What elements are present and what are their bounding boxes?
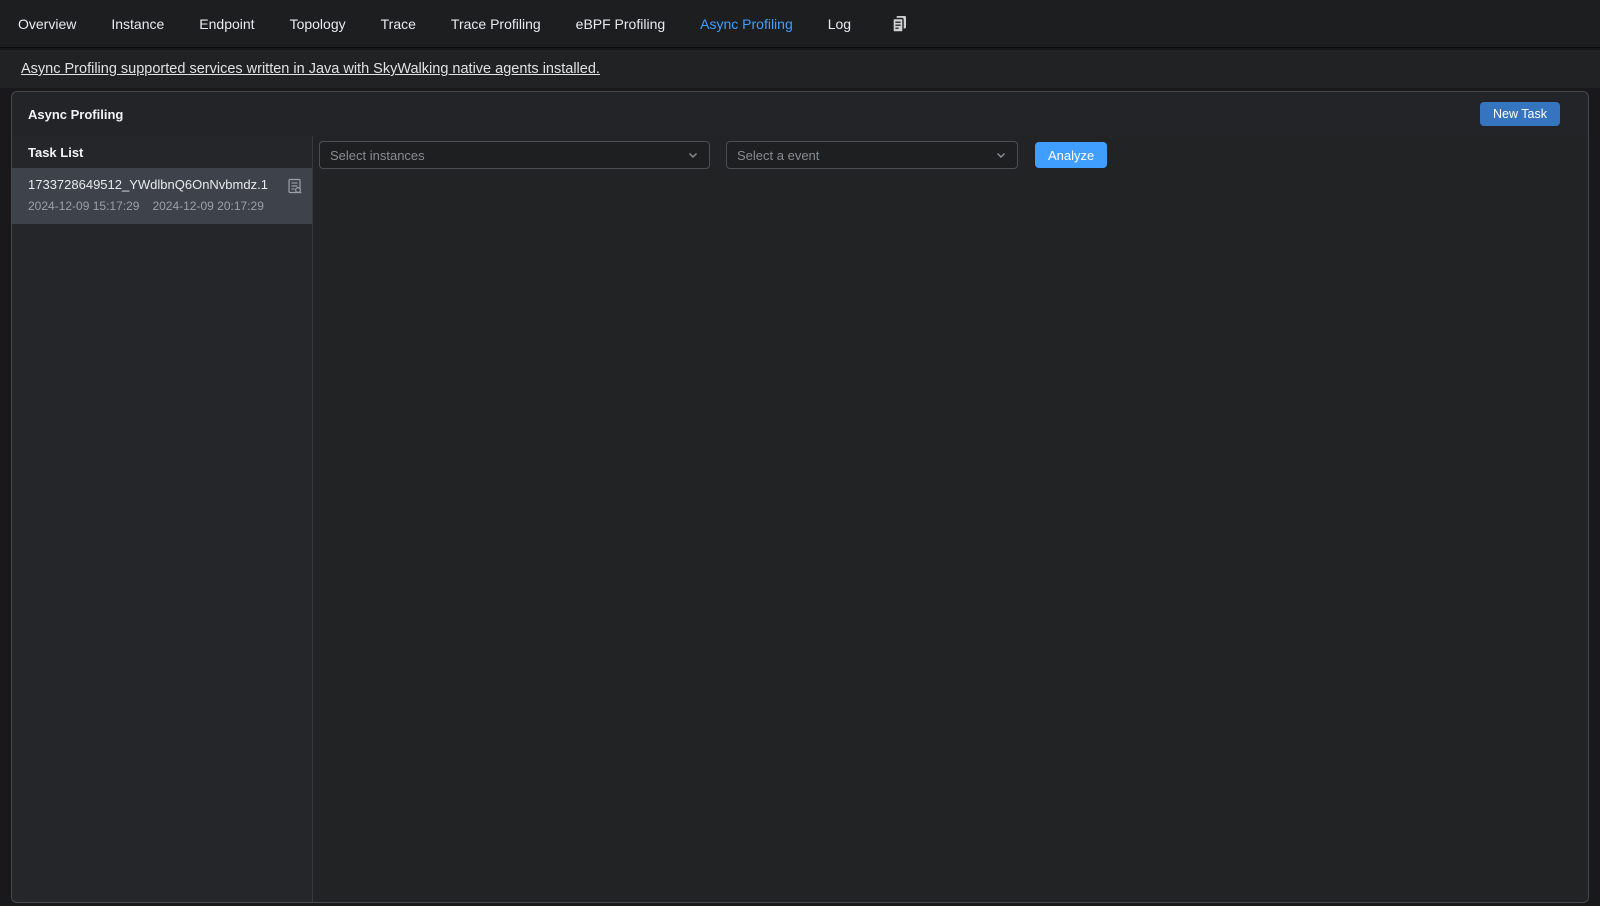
instances-select[interactable]: Select instances (319, 141, 710, 169)
new-task-button[interactable]: New Task (1480, 102, 1560, 126)
toolbar: Select instances Select a event (319, 141, 1588, 169)
task-list-column: Task List 1733728649512_YWdlbnQ6OnNvbmdz… (12, 136, 313, 902)
tab-trace-profiling[interactable]: Trace Profiling (451, 16, 541, 32)
tab-ebpf-profiling[interactable]: eBPF Profiling (576, 16, 665, 32)
event-select[interactable]: Select a event (726, 141, 1018, 169)
content-area: Select instances Select a event (313, 136, 1588, 902)
async-profiling-panel: Async Profiling New Task Task List 17337… (11, 91, 1589, 903)
task-list-item[interactable]: 1733728649512_YWdlbnQ6OnNvbmdz.1 2024-12… (12, 168, 312, 224)
panel-body: Task List 1733728649512_YWdlbnQ6OnNvbmdz… (12, 136, 1588, 902)
task-log-icon[interactable] (287, 178, 303, 195)
supported-services-link[interactable]: Async Profiling supported services writt… (21, 61, 600, 77)
task-list-header: Task List (12, 136, 312, 168)
task-start-time: 2024-12-09 15:17:29 (28, 199, 139, 213)
chevron-down-icon (686, 148, 700, 162)
panel-title: Async Profiling (28, 107, 123, 122)
tab-overview[interactable]: Overview (18, 16, 76, 32)
tab-topology[interactable]: Topology (290, 16, 346, 32)
document-copy-icon[interactable] (890, 14, 909, 34)
instances-select-placeholder: Select instances (330, 148, 425, 163)
tab-log[interactable]: Log (828, 16, 851, 32)
tab-endpoint[interactable]: Endpoint (199, 16, 254, 32)
top-nav: Overview Instance Endpoint Topology Trac… (0, 0, 1600, 48)
tab-async-profiling[interactable]: Async Profiling (700, 16, 793, 32)
tab-trace[interactable]: Trace (381, 16, 416, 32)
chevron-down-icon (994, 148, 1008, 162)
tab-instance[interactable]: Instance (111, 16, 164, 32)
task-end-time: 2024-12-09 20:17:29 (152, 199, 263, 213)
task-dates: 2024-12-09 15:17:29 2024-12-09 20:17:29 (28, 199, 278, 213)
panel-header: Async Profiling New Task (12, 92, 1588, 136)
task-name: 1733728649512_YWdlbnQ6OnNvbmdz.1 (28, 177, 278, 192)
info-banner: Async Profiling supported services writt… (0, 50, 1600, 88)
event-select-placeholder: Select a event (737, 148, 819, 163)
analyze-button[interactable]: Analyze (1035, 142, 1107, 168)
